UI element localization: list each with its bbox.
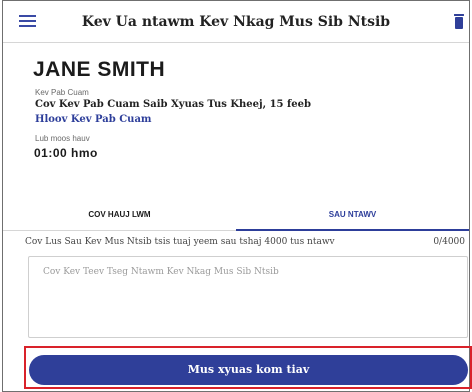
service-value: Cov Kev Pab Cuam Saib Xyuas Tus Kheej, 1…: [35, 99, 312, 110]
top-bar: Kev Ua ntawm Kev Nkag Mus Sib Ntsib: [3, 1, 469, 43]
clock-in-time: 01:00 hmo: [34, 146, 98, 160]
tab-bar: COV HAUJ LWM SAU NTAWV: [3, 201, 469, 231]
page-title: Kev Ua ntawm Kev Nkag Mus Sib Ntsib: [81, 14, 391, 30]
tab-notes[interactable]: SAU NTAWV: [236, 201, 469, 231]
notes-hint-row: Cov Lus Sau Kev Mus Ntsib tsis tuaj yeem…: [3, 237, 469, 251]
trash-icon[interactable]: [453, 14, 465, 30]
service-label: Kev Pab Cuam: [35, 88, 89, 97]
visit-notes-input[interactable]: Cov Kev Teev Tseg Ntawm Kev Nkag Mus Sib…: [28, 256, 468, 338]
tab-tasks[interactable]: COV HAUJ LWM: [3, 201, 236, 231]
complete-visit-button[interactable]: Mus xyuas kom tiav: [29, 355, 468, 385]
notes-hint: Cov Lus Sau Kev Mus Ntsib tsis tuaj yeem…: [25, 237, 335, 247]
notes-placeholder: Cov Kev Teev Tseg Ntawm Kev Nkag Mus Sib…: [43, 267, 279, 277]
change-service-link[interactable]: Hloov Kev Pab Cuam: [35, 114, 152, 125]
clock-in-label: Lub moos hauv: [35, 134, 90, 143]
app-frame: Kev Ua ntawm Kev Nkag Mus Sib Ntsib JANE…: [2, 0, 472, 392]
character-count: 0/4000: [433, 237, 465, 247]
client-name: JANE SMITH: [33, 58, 166, 81]
